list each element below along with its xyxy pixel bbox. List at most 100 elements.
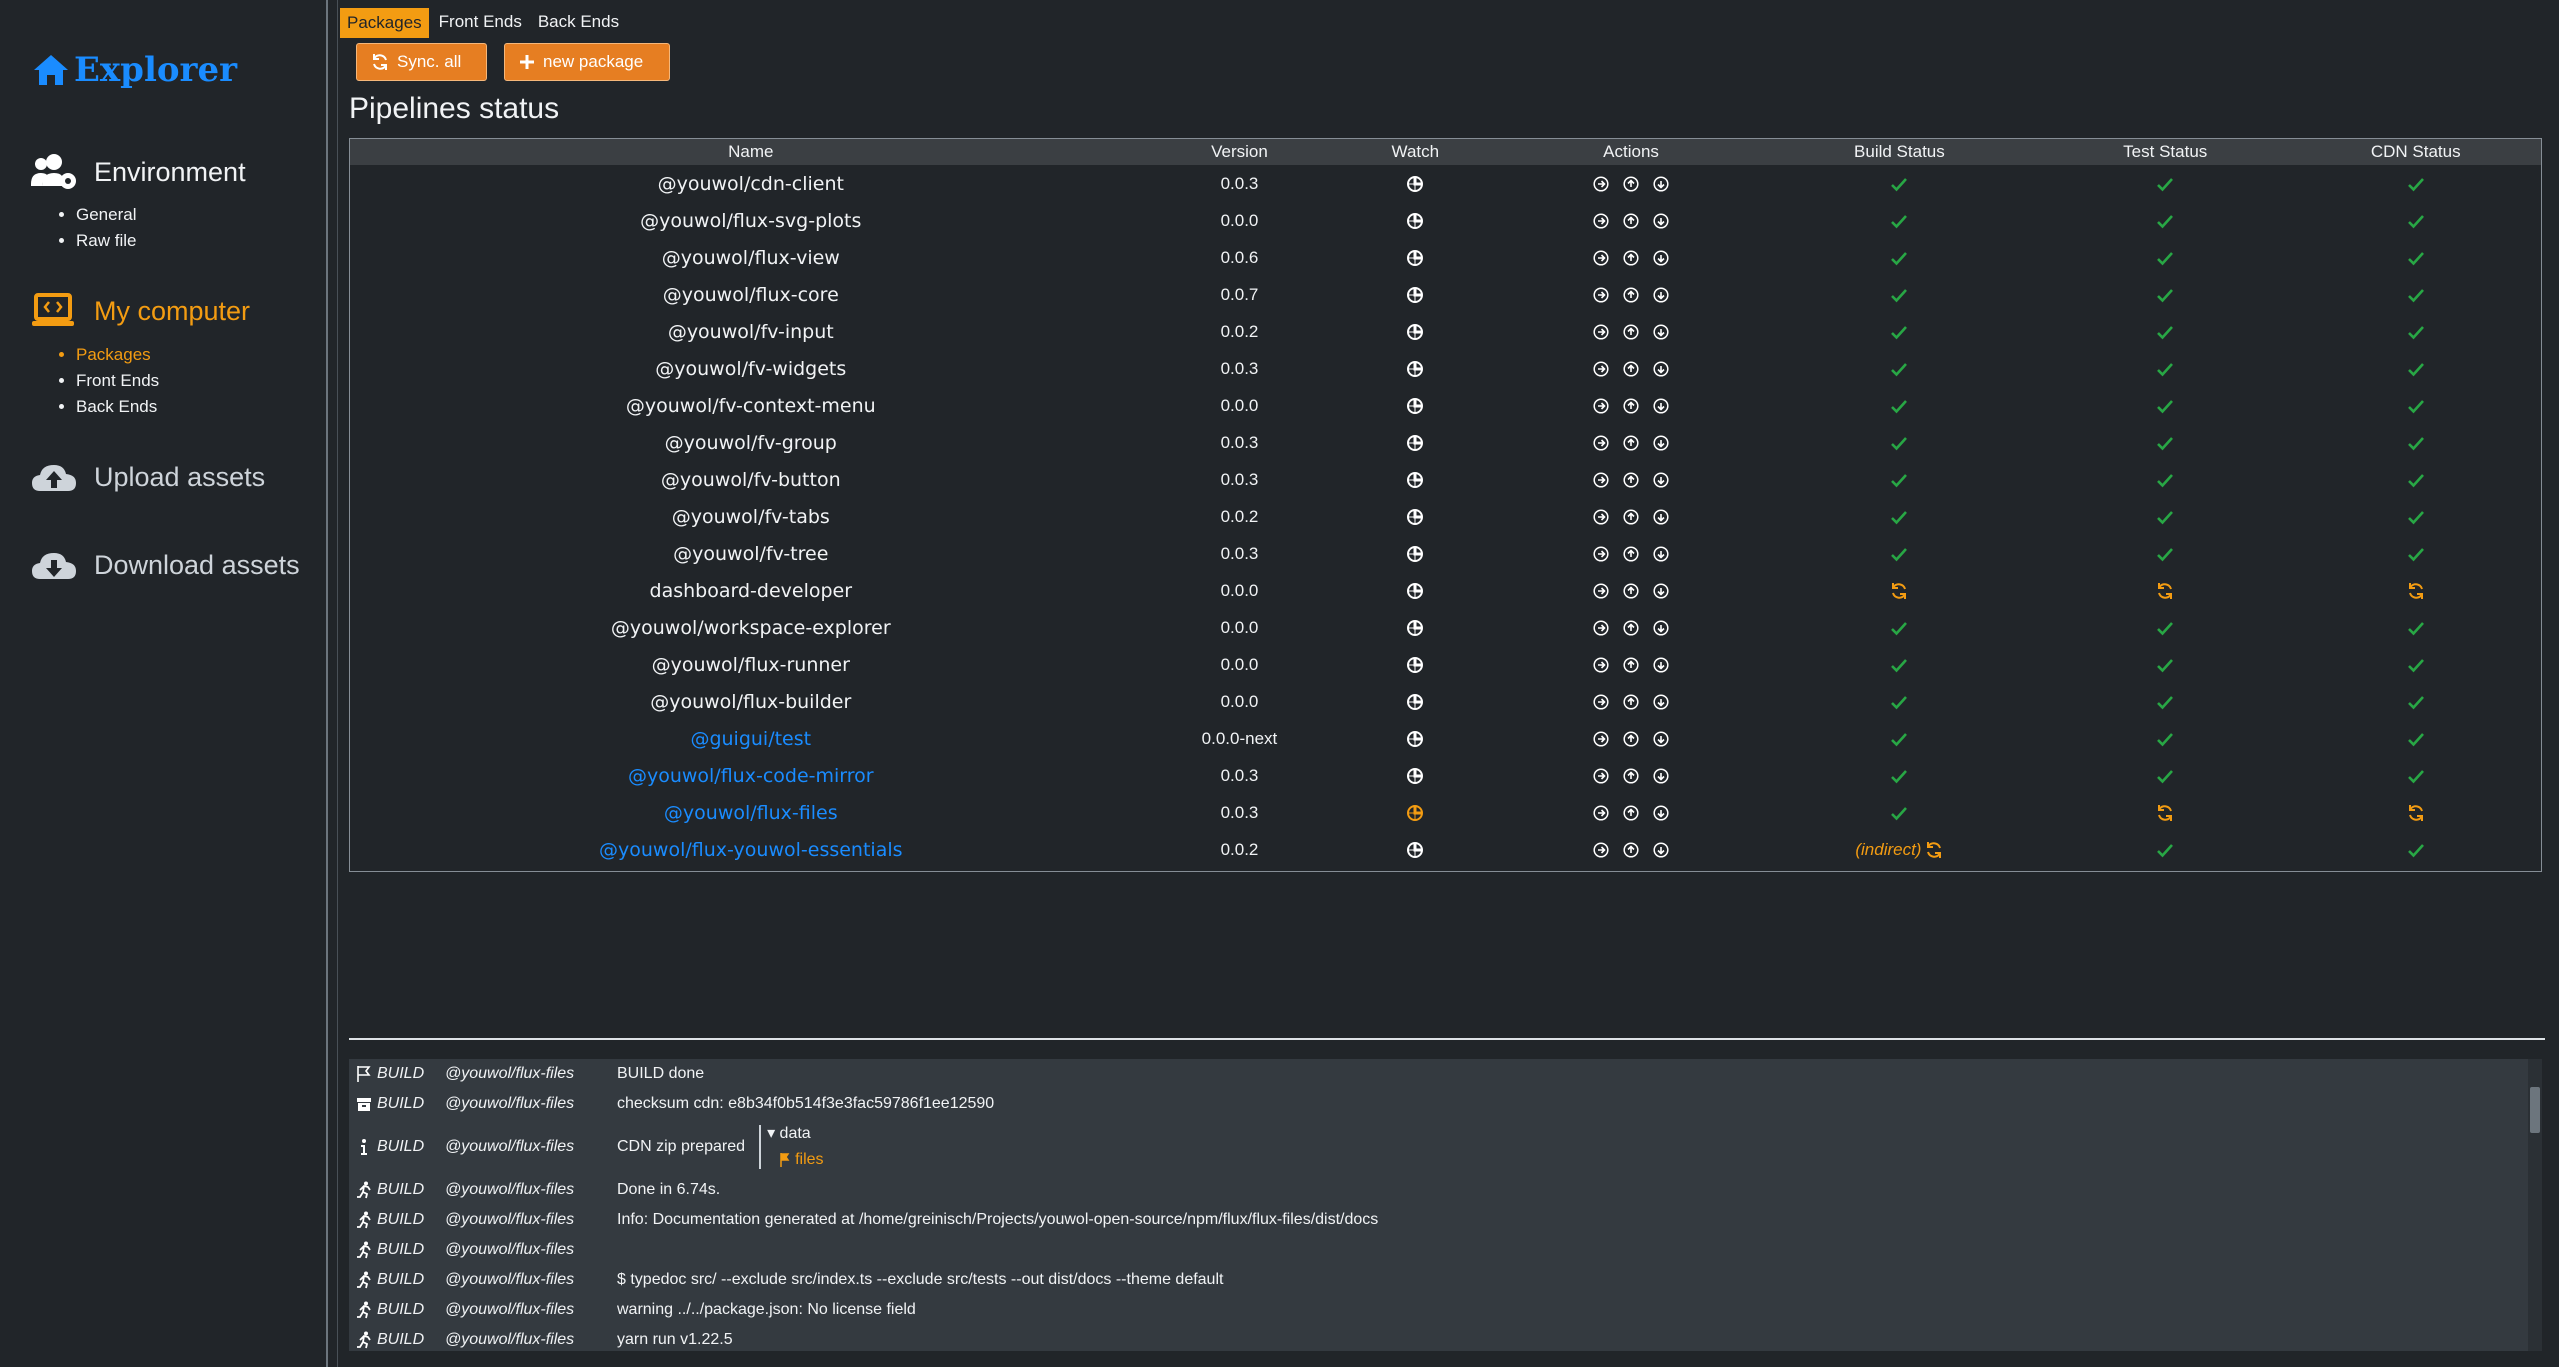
brand[interactable]: Explorer — [32, 50, 237, 90]
header-actions[interactable]: Actions — [1503, 139, 1759, 165]
test-status-cell[interactable] — [2040, 831, 2290, 868]
action-up-button[interactable] — [1623, 581, 1639, 601]
sidebar-item-general[interactable]: General — [76, 202, 136, 228]
sidebar-item-raw-file[interactable]: Raw file — [76, 228, 136, 254]
build-status-cell[interactable] — [1759, 535, 2040, 572]
table-row[interactable]: @youwol/fv-context-menu 0.0.0 — [350, 387, 2541, 424]
header-test-status[interactable]: Test Status — [2039, 139, 2291, 165]
action-right-button[interactable] — [1593, 211, 1609, 231]
watch-toggle[interactable] — [1327, 831, 1503, 868]
test-status-cell[interactable] — [2040, 276, 2290, 313]
watch-toggle[interactable] — [1327, 165, 1503, 202]
action-right-button[interactable] — [1593, 618, 1609, 638]
header-version[interactable]: Version — [1151, 139, 1328, 165]
action-down-button[interactable] — [1653, 729, 1669, 749]
watch-toggle[interactable] — [1327, 424, 1503, 461]
action-right-button[interactable] — [1593, 729, 1609, 749]
build-status-cell[interactable] — [1759, 757, 2040, 794]
build-status-cell[interactable]: (indirect) — [1759, 831, 2040, 868]
action-down-button[interactable] — [1653, 285, 1669, 305]
action-down-button[interactable] — [1653, 433, 1669, 453]
action-down-button[interactable] — [1653, 766, 1669, 786]
cdn-status-cell[interactable] — [2290, 350, 2541, 387]
test-status-cell[interactable] — [2040, 461, 2290, 498]
tab-front-ends[interactable]: Front Ends — [433, 8, 528, 36]
action-right-button[interactable] — [1593, 692, 1609, 712]
table-row[interactable]: @youwol/workspace-explorer 0.0.0 — [350, 609, 2541, 646]
action-down-button[interactable] — [1653, 174, 1669, 194]
action-up-button[interactable] — [1623, 803, 1639, 823]
watch-toggle[interactable] — [1327, 387, 1503, 424]
action-right-button[interactable] — [1593, 507, 1609, 527]
table-row[interactable]: dashboard-developer 0.0.0 — [350, 572, 2541, 609]
cdn-status-cell[interactable] — [2290, 498, 2541, 535]
package-name[interactable]: @youwol/flux-youwol-essentials — [350, 831, 1152, 868]
tree-node-files[interactable]: files — [767, 1147, 824, 1173]
log-scrollbar[interactable] — [2528, 1059, 2542, 1351]
action-down-button[interactable] — [1653, 359, 1669, 379]
build-status-cell[interactable] — [1759, 313, 2040, 350]
build-status-cell[interactable] — [1759, 609, 2040, 646]
header-name[interactable]: Name — [350, 139, 1152, 165]
build-status-cell[interactable] — [1759, 276, 2040, 313]
action-up-button[interactable] — [1623, 729, 1639, 749]
action-down-button[interactable] — [1653, 655, 1669, 675]
cdn-status-cell[interactable] — [2290, 646, 2541, 683]
build-status-cell[interactable] — [1759, 424, 2040, 461]
build-status-cell[interactable] — [1759, 794, 2040, 831]
test-status-cell[interactable] — [2040, 424, 2290, 461]
cdn-status-cell[interactable] — [2290, 720, 2541, 757]
action-right-button[interactable] — [1593, 840, 1609, 860]
action-down-button[interactable] — [1653, 840, 1669, 860]
action-up-button[interactable] — [1623, 840, 1639, 860]
action-up-button[interactable] — [1623, 766, 1639, 786]
table-row[interactable]: @youwol/flux-youwol-essentials 0.0.2 (indi… — [350, 831, 2541, 868]
action-up-button[interactable] — [1623, 248, 1639, 268]
sidebar-item-back-ends[interactable]: Back Ends — [76, 394, 159, 420]
table-row[interactable]: @youwol/flux-view 0.0.6 — [350, 239, 2541, 276]
action-down-button[interactable] — [1653, 544, 1669, 564]
build-status-cell[interactable] — [1759, 498, 2040, 535]
tab-packages[interactable]: Packages — [340, 8, 429, 38]
package-name[interactable]: @guigui/test — [350, 720, 1152, 757]
action-up-button[interactable] — [1623, 692, 1639, 712]
package-name[interactable]: @youwol/flux-code-mirror — [350, 757, 1152, 794]
package-name[interactable]: @youwol/flux-files — [350, 794, 1152, 831]
watch-toggle[interactable] — [1327, 239, 1503, 276]
test-status-cell[interactable] — [2040, 720, 2290, 757]
table-row[interactable]: @youwol/fv-input 0.0.2 — [350, 313, 2541, 350]
scrollbar-thumb[interactable] — [2530, 1087, 2540, 1133]
action-up-button[interactable] — [1623, 285, 1639, 305]
action-right-button[interactable] — [1593, 396, 1609, 416]
action-down-button[interactable] — [1653, 470, 1669, 490]
action-down-button[interactable] — [1653, 248, 1669, 268]
build-status-cell[interactable] — [1759, 387, 2040, 424]
action-up-button[interactable] — [1623, 544, 1639, 564]
cdn-status-cell[interactable] — [2290, 831, 2541, 868]
watch-toggle[interactable] — [1327, 609, 1503, 646]
action-up-button[interactable] — [1623, 211, 1639, 231]
table-row[interactable]: @youwol/flux-runner 0.0.0 — [350, 646, 2541, 683]
table-row[interactable]: @youwol/fv-group 0.0.3 — [350, 424, 2541, 461]
cdn-status-cell[interactable] — [2290, 609, 2541, 646]
build-status-cell[interactable] — [1759, 572, 2040, 609]
build-status-cell[interactable] — [1759, 202, 2040, 239]
test-status-cell[interactable] — [2040, 757, 2290, 794]
table-row[interactable]: @guigui/test 0.0.0-next — [350, 720, 2541, 757]
new-package-button[interactable]: new package — [504, 43, 670, 81]
test-status-cell[interactable] — [2040, 646, 2290, 683]
test-status-cell[interactable] — [2040, 535, 2290, 572]
table-row[interactable]: @youwol/fv-tabs 0.0.2 — [350, 498, 2541, 535]
action-down-button[interactable] — [1653, 692, 1669, 712]
cdn-status-cell[interactable] — [2290, 683, 2541, 720]
watch-toggle[interactable] — [1327, 276, 1503, 313]
panel-divider[interactable] — [349, 1038, 2545, 1040]
test-status-cell[interactable] — [2040, 572, 2290, 609]
test-status-cell[interactable] — [2040, 387, 2290, 424]
action-up-button[interactable] — [1623, 470, 1639, 490]
watch-toggle[interactable] — [1327, 646, 1503, 683]
cdn-status-cell[interactable] — [2290, 461, 2541, 498]
build-status-cell[interactable] — [1759, 165, 2040, 202]
watch-toggle[interactable] — [1327, 350, 1503, 387]
cdn-status-cell[interactable] — [2290, 387, 2541, 424]
